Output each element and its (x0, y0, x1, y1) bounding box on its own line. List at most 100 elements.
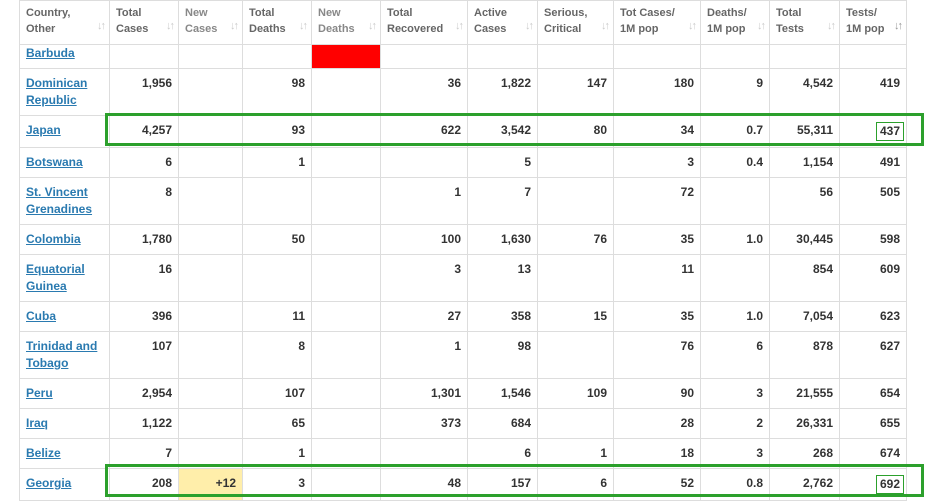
serious-critical-cell: 76 (537, 224, 614, 255)
total-deaths-cell: 1 (242, 438, 312, 469)
total-recovered-cell: 48 (380, 468, 468, 501)
total-tests-cell: 55,311 (769, 115, 840, 148)
col-header-new-cases[interactable]: New Cases ↓↑ (178, 0, 243, 45)
deaths-per-1m-cell (700, 177, 770, 225)
new-deaths-cell (311, 68, 381, 116)
new-cases-cell: +12 (178, 468, 243, 501)
serious-critical-cell (537, 331, 614, 379)
col-header-tot-cases-per-1m[interactable]: Tot Cases/1M pop ↓↑ (613, 0, 701, 45)
total-recovered-cell: 622 (380, 115, 468, 148)
total-deaths-cell: 3 (242, 468, 312, 501)
sort-icon[interactable]: ↓↑ (894, 18, 903, 34)
table-row: Iraq 1,122 65 373 684 28 2 26,331 655 (19, 408, 907, 439)
sort-icon[interactable]: ↓↑ (166, 18, 175, 34)
sort-icon[interactable]: ↓↑ (525, 18, 534, 34)
total-recovered-cell: 100 (380, 224, 468, 255)
table-row: Botswana 6 1 5 3 0.4 1,154 491 (19, 147, 907, 178)
col-header-tests-per-1m[interactable]: Tests/1M pop ↓↑ (839, 0, 907, 45)
table-row: Peru 2,954 107 1,301 1,546 109 90 3 21,555 654 (19, 378, 907, 409)
country-link[interactable]: Trinidad and Tobago (26, 339, 97, 370)
country-link[interactable]: Dominican Republic (26, 76, 87, 107)
col-header-total-cases[interactable]: Total Cases ↓↑ (109, 0, 179, 45)
country-link[interactable]: Iraq (26, 416, 48, 430)
serious-critical-cell: 1 (537, 438, 614, 469)
header-row: Country, Other ↓↑ Total Cases ↓↑ New Cases ↓↑ … (19, 0, 907, 45)
serious-critical-cell (537, 44, 614, 69)
new-deaths-cell (311, 254, 381, 302)
country-link[interactable]: Georgia (26, 476, 71, 490)
country-link[interactable]: Peru (26, 386, 53, 400)
country-link[interactable]: Japan (26, 123, 61, 137)
table-row: Dominican Republic 1,956 98 36 1,822 147 180 9 4… (19, 68, 907, 116)
country-link[interactable]: Equatorial Guinea (26, 262, 85, 293)
country-cell: Peru (19, 378, 110, 409)
total-tests-cell (769, 44, 840, 69)
col-header-country[interactable]: Country, Other ↓↑ (19, 0, 110, 45)
sort-icon[interactable]: ↓↑ (455, 18, 464, 34)
table-row: Colombia 1,780 50 100 1,630 76 35 1.0 30,445 598 (19, 224, 907, 255)
active-cases-cell: 358 (467, 301, 538, 332)
country-cell: Colombia (19, 224, 110, 255)
country-cell: Equatorial Guinea (19, 254, 110, 302)
total-cases-cell: 208 (109, 468, 179, 501)
new-cases-cell (178, 177, 243, 225)
tot-cases-per-1m-cell: 90 (613, 378, 701, 409)
deaths-per-1m-cell: 9 (700, 68, 770, 116)
country-link[interactable]: Botswana (26, 155, 83, 169)
col-header-deaths-per-1m[interactable]: Deaths/1M pop ↓↑ (700, 0, 770, 45)
total-tests-cell: 2,762 (769, 468, 840, 501)
tests-per-1m-cell: 627 (839, 331, 907, 379)
col-header-active-cases[interactable]: Active Cases ↓↑ (467, 0, 538, 45)
country-link[interactable]: Barbuda (26, 46, 75, 60)
tests-per-1m-cell: 674 (839, 438, 907, 469)
total-recovered-cell (380, 438, 468, 469)
sort-icon[interactable]: ↓↑ (688, 18, 697, 34)
country-link[interactable]: Colombia (26, 232, 81, 246)
sort-icon[interactable]: ↓↑ (230, 18, 239, 34)
serious-critical-cell: 15 (537, 301, 614, 332)
new-deaths-cell (311, 224, 381, 255)
col-header-total-recovered[interactable]: Total Recovered ↓↑ (380, 0, 468, 45)
country-cell: Japan (19, 115, 110, 148)
tot-cases-per-1m-cell: 76 (613, 331, 701, 379)
deaths-per-1m-cell: 0.7 (700, 115, 770, 148)
sort-icon[interactable]: ↓↑ (97, 18, 106, 34)
col-header-total-tests[interactable]: Total Tests ↓↑ (769, 0, 840, 45)
country-cell: Trinidad and Tobago (19, 331, 110, 379)
new-deaths-cell (311, 177, 381, 225)
tot-cases-per-1m-cell: 3 (613, 147, 701, 178)
country-link[interactable]: St. Vincent Grenadines (26, 185, 92, 216)
tests-per-1m-cell: 692 (839, 468, 907, 501)
sort-icon[interactable]: ↓↑ (601, 18, 610, 34)
country-link[interactable]: Cuba (26, 309, 56, 323)
col-header-new-deaths[interactable]: New Deaths ↓↑ (311, 0, 381, 45)
col-header-total-deaths[interactable]: Total Deaths ↓↑ (242, 0, 312, 45)
total-tests-cell: 878 (769, 331, 840, 379)
total-tests-cell: 4,542 (769, 68, 840, 116)
sort-icon[interactable]: ↓↑ (827, 18, 836, 34)
table-row: Equatorial Guinea 16 3 13 11 854 609 (19, 254, 907, 302)
country-link[interactable]: Belize (26, 446, 61, 460)
tot-cases-per-1m-cell: 34 (613, 115, 701, 148)
tests-per-1m-cell: 609 (839, 254, 907, 302)
country-cell: Cuba (19, 301, 110, 332)
tests-per-1m-cell: 419 (839, 68, 907, 116)
tot-cases-per-1m-cell: 35 (613, 301, 701, 332)
active-cases-cell: 157 (467, 468, 538, 501)
total-tests-cell: 854 (769, 254, 840, 302)
total-tests-cell: 1,154 (769, 147, 840, 178)
country-cell: Georgia (19, 468, 110, 501)
new-cases-cell (178, 438, 243, 469)
new-cases-cell (178, 115, 243, 148)
active-cases-cell: 6 (467, 438, 538, 469)
total-deaths-cell (242, 254, 312, 302)
sort-icon[interactable]: ↓↑ (757, 18, 766, 34)
total-deaths-cell: 93 (242, 115, 312, 148)
sort-icon[interactable]: ↓↑ (368, 18, 377, 34)
total-deaths-cell: 65 (242, 408, 312, 439)
total-cases-cell: 8 (109, 177, 179, 225)
new-cases-cell (178, 331, 243, 379)
col-header-serious-critical[interactable]: Serious, Critical ↓↑ (537, 0, 614, 45)
sort-icon[interactable]: ↓↑ (299, 18, 308, 34)
serious-critical-cell (537, 177, 614, 225)
